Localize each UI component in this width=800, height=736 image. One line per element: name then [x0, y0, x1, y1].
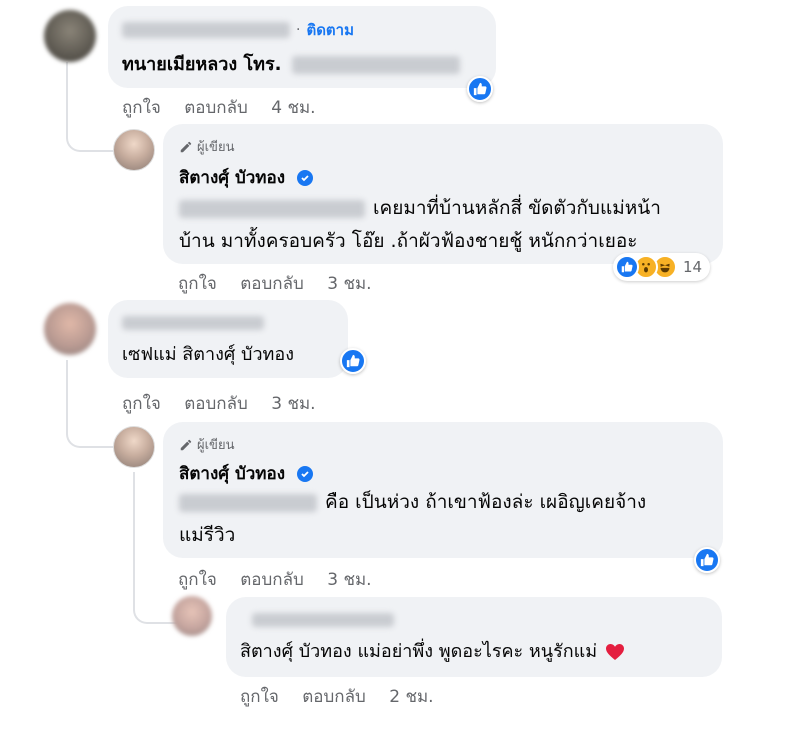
- comment-text: สิตางศุ์ บัวทอง แม่อย่าพึ่ง พูดอะไรคะ หน…: [240, 635, 625, 668]
- reply-button[interactable]: ตอบกลับ: [184, 394, 248, 414]
- timestamp[interactable]: 3 ชม.: [327, 274, 371, 294]
- reply-button[interactable]: ตอบกลับ: [302, 687, 366, 707]
- commenter-name[interactable]: สิตางศุ์ บัวทอง: [179, 164, 313, 191]
- commenter-name-redacted[interactable]: [122, 22, 290, 38]
- comment-bubble: สิตางศุ์ บัวทอง แม่อย่าพึ่ง พูดอะไรคะ หน…: [226, 597, 722, 677]
- like-button[interactable]: ถูกใจ: [178, 274, 217, 294]
- avatar[interactable]: [44, 303, 96, 355]
- like-icon: [615, 255, 639, 279]
- timestamp[interactable]: 2 ชม.: [389, 687, 433, 707]
- like-icon[interactable]: [467, 76, 493, 102]
- reply-button[interactable]: ตอบกลับ: [184, 98, 248, 118]
- like-button[interactable]: ถูกใจ: [122, 98, 161, 118]
- like-button[interactable]: ถูกใจ: [122, 394, 161, 414]
- follow-link[interactable]: ติดตาม: [306, 18, 354, 42]
- comment-actions: ถูกใจ ตอบกลับ 3 ชม.: [178, 270, 372, 297]
- comment-bubble: ผู้เขียน สิตางศุ์ บัวทอง คือ เป็นห่วง ถ้…: [163, 422, 723, 558]
- heart-icon: [606, 643, 625, 660]
- pencil-icon: [180, 439, 192, 450]
- like-button[interactable]: ถูกใจ: [240, 687, 279, 707]
- timestamp[interactable]: 3 ชม.: [327, 570, 371, 590]
- comment-text: ทนายเมียหลวง โทร.: [122, 48, 460, 81]
- pencil-icon: [180, 141, 192, 152]
- mentioned-name-redacted[interactable]: [179, 199, 365, 218]
- like-icon[interactable]: [340, 348, 366, 374]
- comment-actions: ถูกใจ ตอบกลับ 3 ชม.: [178, 566, 372, 593]
- comment-bubble: ผู้เขียน สิตางศุ์ บัวทอง เคยมาที่บ้านหลั…: [163, 124, 723, 264]
- comment-header: · ติดตาม: [122, 18, 354, 42]
- comment-actions: ถูกใจ ตอบกลับ 3 ชม.: [122, 390, 316, 417]
- reactions-summary[interactable]: 14: [613, 253, 711, 281]
- mentioned-name-redacted[interactable]: [179, 493, 317, 512]
- reaction-count: 14: [683, 258, 703, 276]
- author-badge: ผู้เขียน: [179, 136, 234, 157]
- author-avatar[interactable]: [113, 426, 155, 468]
- comment-text: คือ เป็นห่วง ถ้าเขาฟ้องล่ะ เผอิญเคยจ้าง …: [179, 491, 647, 546]
- commenter-name[interactable]: สิตางศุ์ บัวทอง: [179, 460, 313, 487]
- phone-number-redacted: [291, 55, 460, 74]
- reply-button[interactable]: ตอบกลับ: [240, 570, 304, 590]
- reply-button[interactable]: ตอบกลับ: [240, 274, 304, 294]
- author-badge: ผู้เขียน: [179, 434, 234, 455]
- comment-actions: ถูกใจ ตอบกลับ 4 ชม.: [122, 94, 316, 121]
- comment-bubble: · ติดตาม ทนายเมียหลวง โทร.: [108, 6, 496, 88]
- comment-text: เซฟแม่ สิตางศุ์ บัวทอง: [122, 344, 295, 365]
- avatar[interactable]: [172, 596, 212, 636]
- thread-line-2: [66, 360, 116, 448]
- like-icon[interactable]: [694, 547, 720, 573]
- comment-bubble: เซฟแม่ สิตางศุ์ บัวทอง: [108, 300, 348, 378]
- author-avatar[interactable]: [113, 129, 155, 171]
- comment-actions: ถูกใจ ตอบกลับ 2 ชม.: [240, 683, 434, 710]
- verified-badge-icon: [296, 466, 313, 482]
- commenter-name-redacted[interactable]: [122, 316, 264, 330]
- comment-text: เคยมาที่บ้านหลักสี่ ขัดตัวกับแม่หน้า บ้า…: [179, 197, 661, 252]
- commenter-name-redacted[interactable]: [252, 613, 394, 627]
- verified-badge-icon: [296, 170, 313, 186]
- timestamp[interactable]: 3 ชม.: [271, 394, 315, 414]
- timestamp[interactable]: 4 ชม.: [271, 98, 315, 118]
- avatar[interactable]: [44, 10, 96, 62]
- like-button[interactable]: ถูกใจ: [178, 570, 217, 590]
